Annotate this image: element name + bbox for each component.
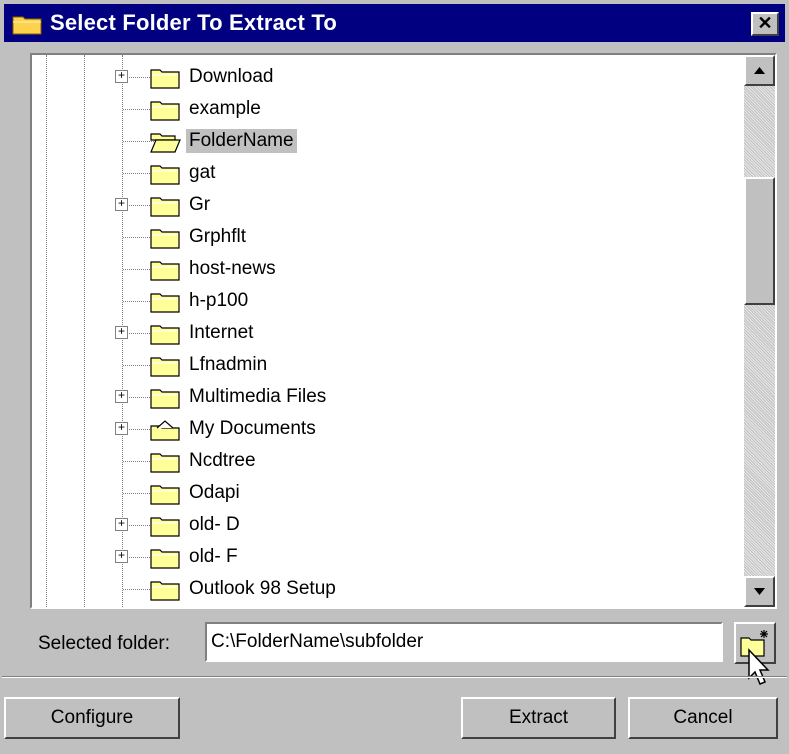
folder-icon — [150, 485, 180, 505]
expand-icon[interactable]: + — [115, 422, 128, 435]
tree-item[interactable]: h-p100 — [32, 285, 744, 317]
tree-item[interactable]: + Gr — [32, 189, 744, 221]
tree-item[interactable]: gat — [32, 157, 744, 189]
folder-icon — [150, 101, 180, 121]
tree-item-label: FolderName — [186, 129, 297, 153]
tree-item[interactable]: example — [32, 93, 744, 125]
folder-icon — [150, 69, 180, 89]
folder-tree[interactable]: + Download example FolderName gat + Gr Grphflt h… — [30, 53, 777, 609]
expand-icon[interactable]: + — [115, 390, 128, 403]
tree-item[interactable]: + My Documents — [32, 413, 744, 445]
tree-item-label: Gr — [189, 194, 211, 215]
title-bar[interactable]: Select Folder To Extract To ✕ — [4, 4, 785, 42]
tree-item[interactable]: Grphflt — [32, 221, 744, 253]
tree-item[interactable]: + Multimedia Files — [32, 381, 744, 413]
arrow-down-icon — [754, 588, 765, 595]
folder-icon — [150, 549, 180, 569]
close-button[interactable]: ✕ — [751, 12, 779, 36]
tree-item-label: Lfnadmin — [189, 354, 268, 375]
button-divider — [2, 676, 787, 678]
dialog-title: Select Folder To Extract To — [50, 10, 337, 35]
tree-item-label: Outlook 98 Setup — [189, 578, 336, 599]
folder-icon — [150, 325, 180, 345]
extract-button[interactable]: Extract — [461, 697, 616, 739]
tree-item-label: old- D — [189, 514, 240, 535]
my-documents-folder-icon — [150, 420, 180, 441]
tree-item-label: Multimedia Files — [189, 386, 327, 407]
tree-item[interactable]: + old- D — [32, 509, 744, 541]
cancel-button[interactable]: Cancel — [628, 697, 778, 739]
folder-icon — [150, 453, 180, 473]
tree-item[interactable]: + old- F — [32, 541, 744, 573]
tree-item-label: Odapi — [189, 482, 240, 503]
expand-icon[interactable]: + — [115, 198, 128, 211]
tree-item[interactable]: FolderName — [32, 125, 744, 157]
expand-icon[interactable]: + — [115, 326, 128, 339]
vertical-scrollbar[interactable] — [744, 55, 775, 607]
folder-icon — [150, 165, 180, 185]
expand-icon[interactable]: + — [115, 550, 128, 563]
folder-tree-list: + Download example FolderName gat + Gr Grphflt h… — [32, 55, 744, 607]
expand-icon[interactable]: + — [115, 518, 128, 531]
folder-icon — [150, 581, 180, 601]
scroll-thumb[interactable] — [744, 177, 775, 305]
tree-item-label: Grphflt — [189, 226, 247, 247]
mouse-pointer-icon — [748, 648, 770, 685]
tree-item-label: example — [189, 98, 261, 119]
folder-icon — [150, 293, 180, 313]
extract-dialog: Select Folder To Extract To ✕ + Download e… — [0, 0, 789, 754]
tree-item-label: gat — [189, 162, 216, 183]
tree-item[interactable]: Ncdtree — [32, 445, 744, 477]
tree-item-label: Ncdtree — [189, 450, 256, 471]
scroll-up-button[interactable] — [744, 55, 775, 86]
tree-item-label: h-p100 — [189, 290, 249, 311]
close-icon: ✕ — [757, 13, 773, 33]
folder-icon — [150, 197, 180, 217]
selected-folder-label: Selected folder: — [38, 633, 171, 654]
scroll-down-button[interactable] — [744, 576, 775, 607]
selected-folder-input[interactable] — [205, 622, 723, 662]
open-folder-icon — [150, 133, 181, 153]
tree-item[interactable]: + Download — [32, 61, 744, 93]
arrow-up-icon — [754, 67, 765, 74]
folder-icon — [150, 517, 180, 537]
folder-icon — [150, 357, 180, 377]
tree-item[interactable]: Outlook 98 Setup — [32, 573, 744, 605]
folder-icon — [150, 229, 180, 249]
folder-icon — [12, 16, 42, 35]
tree-item-label: Internet — [189, 322, 254, 343]
expand-icon[interactable]: + — [115, 70, 128, 83]
tree-item-label: My Documents — [189, 418, 316, 439]
folder-icon — [150, 261, 180, 281]
folder-icon — [150, 389, 180, 409]
configure-button[interactable]: Configure — [4, 697, 180, 739]
tree-item[interactable]: Lfnadmin — [32, 349, 744, 381]
tree-item[interactable]: + Internet — [32, 317, 744, 349]
tree-item-label: host-news — [189, 258, 276, 279]
tree-item[interactable]: host-news — [32, 253, 744, 285]
tree-item-label: old- F — [189, 546, 238, 567]
tree-item-label: Download — [189, 66, 274, 87]
tree-item[interactable]: Odapi — [32, 477, 744, 509]
